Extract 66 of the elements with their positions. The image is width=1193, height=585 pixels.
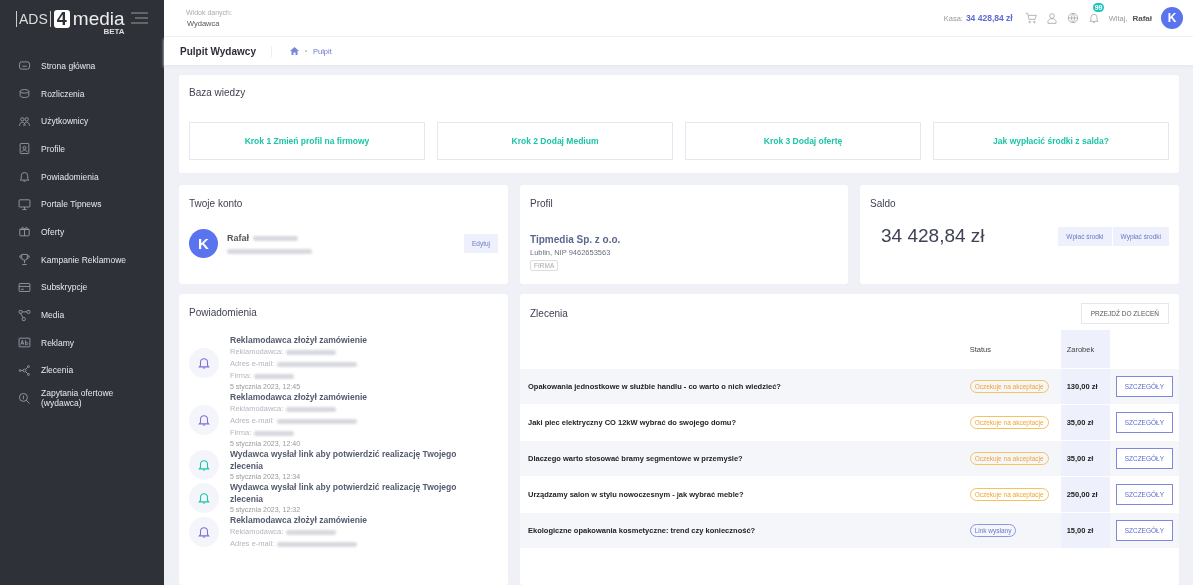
sidebar-item[interactable]: Portale Tipnews bbox=[0, 190, 164, 219]
sidebar-item[interactable]: Subskrypcje bbox=[0, 273, 164, 302]
company-name: Tipmedia Sp. z o.o. bbox=[530, 234, 622, 245]
menu-item-icon bbox=[18, 170, 31, 184]
menu-item-icon bbox=[18, 59, 31, 73]
redacted-text bbox=[254, 373, 295, 379]
sidebar-item[interactable]: Użytkownicy bbox=[0, 107, 164, 136]
menu-item-icon bbox=[18, 225, 31, 239]
menu-item-icon bbox=[18, 142, 31, 156]
globe-icon[interactable] bbox=[1066, 12, 1079, 24]
account-avatar: K bbox=[189, 229, 218, 258]
user-icon[interactable] bbox=[1045, 12, 1058, 24]
menu-item-icon bbox=[18, 253, 31, 267]
sidebar-item[interactable]: Reklamy bbox=[0, 328, 164, 357]
bell-icon[interactable] bbox=[1087, 12, 1100, 24]
user-name: Rafał bbox=[1132, 13, 1152, 23]
beta-label: BETA bbox=[103, 27, 125, 36]
page-title: Pulpit Wydawcy bbox=[180, 45, 272, 57]
card-title: Saldo bbox=[870, 198, 897, 209]
menu-item-icon bbox=[18, 197, 31, 211]
sidebar-item[interactable]: Media bbox=[0, 301, 164, 329]
user-avatar[interactable]: K bbox=[1161, 7, 1183, 29]
redacted-text bbox=[286, 529, 337, 535]
sidebar-item[interactable]: Kampanie Reklamowe bbox=[0, 245, 164, 274]
bell-icon bbox=[197, 457, 211, 472]
menu-item-icon bbox=[18, 280, 31, 294]
menu-item-icon bbox=[18, 308, 31, 322]
sidebar-item[interactable]: Zapytania ofertowe (wydawca) bbox=[0, 384, 164, 412]
cash-value: 34 428,84 zł bbox=[965, 13, 1013, 23]
sidebar-item[interactable]: Strona główna bbox=[0, 52, 164, 80]
logo-text: ADS bbox=[16, 11, 51, 27]
notification-title: Reklamodawca złożył zamówienie bbox=[230, 514, 367, 526]
notification-title: Wydawca wysłał link aby potwierdzić realizację Twojego zlecenia bbox=[230, 448, 458, 472]
home-icon[interactable] bbox=[289, 47, 299, 55]
account-name: Rafał bbox=[227, 233, 249, 243]
sidebar-item[interactable]: Profile bbox=[0, 135, 164, 163]
sidebar-item[interactable]: Oferty bbox=[0, 218, 164, 246]
menu-item-icon bbox=[18, 336, 31, 350]
bell-icon bbox=[197, 525, 211, 539]
notification-title: Reklamodawca złożył zamówienie bbox=[230, 391, 367, 403]
menu-item-icon bbox=[18, 363, 31, 377]
notification-title: Reklamodawca złożył zamówienie bbox=[230, 334, 367, 346]
logo-mark: 4 bbox=[53, 10, 70, 28]
card-title: Profil bbox=[530, 198, 554, 209]
sidebar-item[interactable]: Zlecenia bbox=[0, 356, 164, 385]
sidebar-item[interactable]: Rozliczenia bbox=[0, 79, 164, 108]
balance-amount: 34 428,84 zł bbox=[881, 225, 985, 247]
redacted-text bbox=[254, 430, 295, 436]
bell-icon bbox=[197, 490, 211, 505]
logo-text: media bbox=[72, 8, 125, 29]
redacted-text bbox=[286, 349, 337, 355]
card-title: Powiadomienia bbox=[189, 307, 258, 318]
sidebar-item[interactable]: Powiadomienia bbox=[0, 162, 164, 191]
redacted-text bbox=[253, 235, 298, 241]
cart-icon[interactable] bbox=[1024, 12, 1037, 24]
bell-icon bbox=[197, 355, 211, 370]
menu-item-icon bbox=[18, 87, 31, 101]
card-title: Zlecenia bbox=[530, 308, 568, 319]
card-title: Twoje konto bbox=[189, 198, 244, 209]
bell-icon bbox=[197, 412, 211, 427]
redacted-text bbox=[286, 406, 337, 412]
menu-item-icon bbox=[18, 114, 31, 128]
notification-title: Wydawca wysłał link aby potwierdzić realizację Twojego zlecenia bbox=[230, 481, 458, 505]
card-title: Baza wiedzy bbox=[189, 87, 247, 98]
menu-icon[interactable] bbox=[131, 12, 148, 24]
menu-item-icon bbox=[18, 391, 31, 405]
